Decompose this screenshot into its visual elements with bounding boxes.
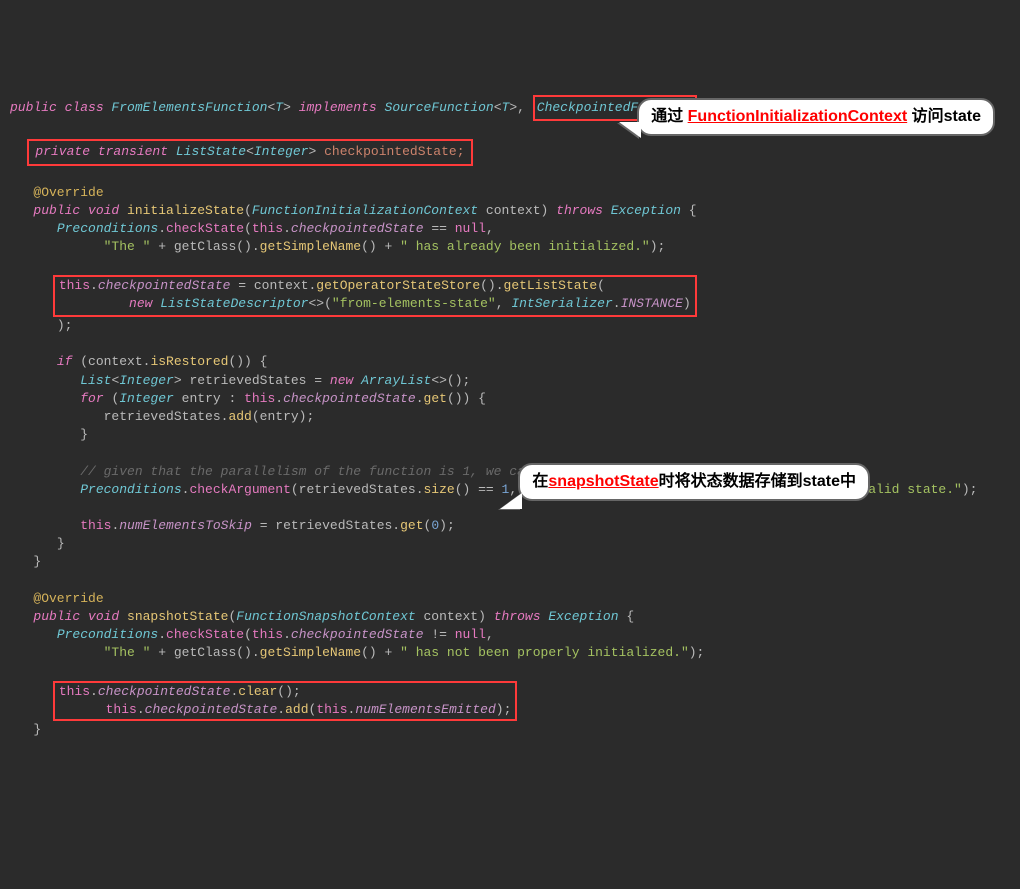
callout-annotation: 在snapshotState时将状态数据存储到state中 [518,463,870,501]
code-block: public class FromElementsFunction<T> imp… [0,73,1020,798]
code-line: List<Integer> retrievedStates = new Arra… [10,373,470,388]
code-line: @Override [10,591,104,606]
code-line: public void initializeState(FunctionInit… [10,203,697,218]
code-line: } [10,427,88,442]
code-line: "The " + getClass().getSimpleName() + " … [10,645,704,660]
code-line: this.numElementsToSkip = retrievedStates… [10,518,455,533]
code-line: public class FromElementsFunction<T> imp… [10,100,712,115]
code-line: ); [10,318,72,333]
code-line: for (Integer entry : this.checkpointedSt… [10,391,486,406]
code-line: } [10,536,65,551]
code-line: retrievedStates.add(entry); [10,409,314,424]
code-line: if (context.isRestored()) { [10,354,267,369]
code-line: "The " + getClass().getSimpleName() + " … [10,239,665,254]
code-line: Preconditions.checkState(this.checkpoint… [10,627,494,642]
code-line: @Override [10,185,104,200]
code-line-boxed: private transient ListState<Integer> che… [10,144,473,159]
code-line-boxed: this.checkpointedState = context.getOper… [10,296,697,311]
code-line: public void snapshotState(FunctionSnapsh… [10,609,634,624]
code-line: } [10,554,41,569]
callout-annotation: 通过 FunctionInitializationContext 访问state [637,98,995,136]
code-line-boxed: this.checkpointedState.clear(); this.che… [10,702,517,717]
code-line: } [10,722,41,737]
code-line: Preconditions.checkState(this.checkpoint… [10,221,494,236]
